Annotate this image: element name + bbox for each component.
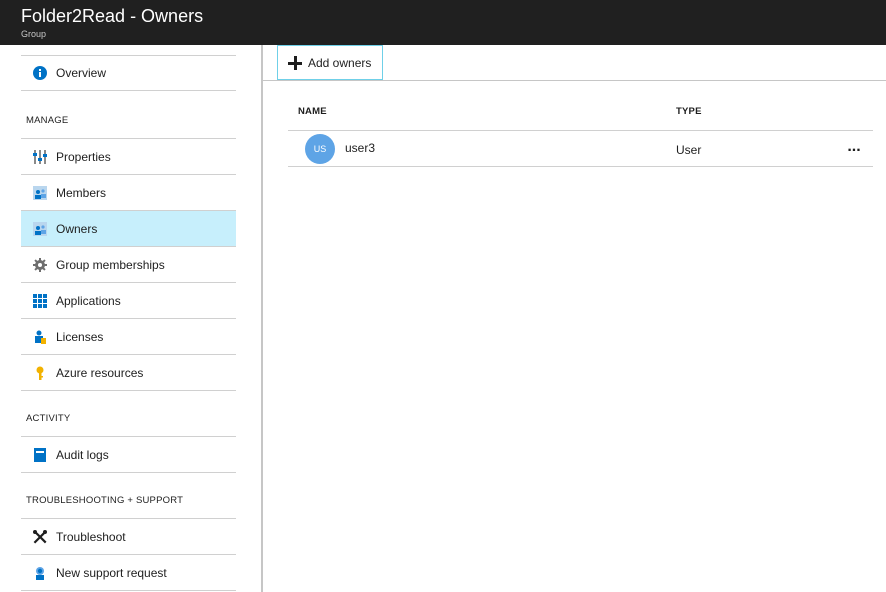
sidebar-item-group-memberships[interactable]: Group memberships (21, 247, 236, 283)
applications-grid-icon (31, 292, 49, 310)
sidebar-item-properties[interactable]: Properties (21, 139, 236, 175)
sidebar-item-overview[interactable]: Overview (21, 55, 236, 91)
more-options-icon[interactable]: ... (842, 137, 866, 161)
sidebar-item-troubleshoot[interactable]: Troubleshoot (21, 519, 236, 555)
owners-grid: NAME TYPE US user3 User ... (288, 95, 873, 167)
table-row[interactable]: US user3 User ... (288, 131, 873, 167)
grid-header: NAME TYPE (288, 95, 873, 131)
sidebar-item-label: Troubleshoot (56, 529, 126, 544)
owner-name[interactable]: user3 (345, 141, 375, 155)
sidebar-item-label: Applications (56, 293, 121, 308)
sidebar-item-applications[interactable]: Applications (21, 283, 236, 319)
sidebar-item-label: Group memberships (56, 257, 165, 272)
info-icon (31, 64, 49, 82)
owner-type: User (676, 143, 702, 157)
owners-icon (31, 220, 49, 238)
sidebar-item-label: Members (56, 185, 107, 200)
add-owners-button[interactable]: Add owners (277, 45, 383, 80)
main-content: Add owners NAME TYPE US user3 User ... (263, 45, 886, 592)
sidebar-item-label: Overview (56, 66, 107, 80)
sidebar-item-label: Properties (56, 149, 111, 164)
properties-icon (31, 148, 49, 166)
title-bar: Folder2Read - Owners Group (0, 0, 886, 45)
sidebar-item-owners[interactable]: Owners (21, 211, 236, 247)
section-header-activity: ACTIVITY (21, 401, 236, 437)
sidebar-item-licenses[interactable]: Licenses (21, 319, 236, 355)
sidebar-item-label: Licenses (56, 329, 104, 344)
gear-icon (31, 256, 49, 274)
wrench-icon (31, 528, 49, 546)
licenses-icon (31, 328, 49, 346)
key-icon (31, 364, 49, 382)
sidebar-item-azure-resources[interactable]: Azure resources (21, 355, 236, 391)
plus-icon (288, 55, 302, 70)
command-bar: Add owners (263, 45, 886, 81)
sidebar-item-label: Azure resources (56, 365, 144, 380)
members-icon (31, 184, 49, 202)
sidebar-item-label: New support request (56, 565, 167, 580)
section-header-troubleshooting-support: TROUBLESHOOTING + SUPPORT (21, 483, 236, 519)
sidebar-item-label: Owners (56, 221, 98, 236)
audit-logs-icon (31, 446, 49, 464)
column-header-type[interactable]: TYPE (676, 106, 702, 117)
sidebar-item-new-support-request[interactable]: New support request (21, 555, 236, 591)
page-subtitle: Group (21, 29, 47, 39)
support-person-icon (31, 564, 49, 582)
add-owners-label: Add owners (308, 55, 372, 70)
page-title: Folder2Read - Owners (21, 6, 204, 26)
section-header-manage: MANAGE (21, 103, 236, 139)
avatar: US (305, 134, 335, 164)
sidebar-item-label: Audit logs (56, 447, 109, 462)
column-header-name[interactable]: NAME (298, 106, 327, 117)
sidebar-item-audit-logs[interactable]: Audit logs (21, 437, 236, 473)
sidebar-item-members[interactable]: Members (21, 175, 236, 211)
